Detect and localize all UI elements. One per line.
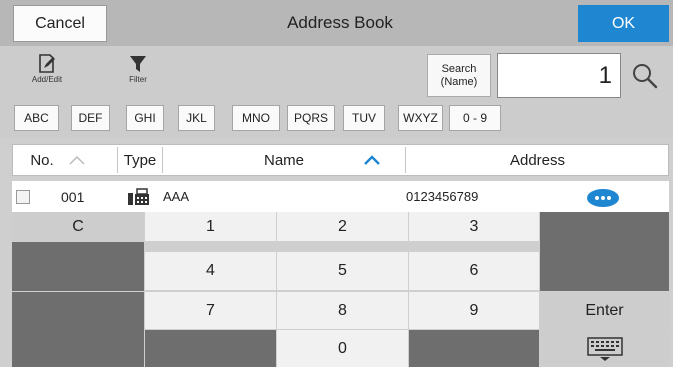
index-tab-ghi[interactable]: GHI (126, 105, 164, 131)
digit-key-4[interactable]: 4 (145, 252, 276, 290)
keyboard-icon (586, 336, 623, 361)
blank-key (540, 212, 669, 291)
index-tab-mno[interactable]: MNO (232, 105, 280, 131)
column-no-header[interactable]: No. (20, 144, 96, 176)
blank-key (409, 330, 539, 367)
index-tab-tuv[interactable]: TUV (343, 105, 385, 131)
add-edit-label: Add/Edit (31, 75, 63, 84)
keyboard-toggle-key[interactable] (540, 330, 669, 367)
filter-button[interactable]: Filter (121, 53, 155, 93)
blank-key (12, 292, 144, 367)
more-icon[interactable] (586, 181, 620, 212)
row-name: AAA (163, 189, 190, 204)
search-input[interactable]: 1 (497, 53, 621, 98)
chevron-up-icon (69, 155, 85, 165)
sort-ascending-icon (364, 155, 380, 165)
page-title: Address Book (287, 13, 393, 32)
index-tab-wxyz[interactable]: WXYZ (398, 105, 443, 131)
column-no-label: No. (30, 151, 54, 169)
row-address: 0123456789 (406, 189, 479, 204)
row-number: 001 (61, 188, 85, 205)
fax-icon (127, 181, 151, 212)
index-tab-def[interactable]: DEF (71, 105, 110, 131)
blank-key (12, 242, 144, 291)
search-by-name-button[interactable]: Search (Name) (427, 54, 491, 97)
index-tab-jkl[interactable]: JKL (178, 105, 215, 131)
digit-key-2[interactable]: 2 (277, 212, 408, 241)
digit-key-6[interactable]: 6 (409, 252, 539, 290)
ok-button[interactable]: OK (578, 5, 669, 42)
column-name-label: Name (263, 151, 304, 169)
cancel-button[interactable]: Cancel (13, 5, 107, 42)
search-label-line1: Search (441, 62, 477, 75)
add-edit-button[interactable]: Add/Edit (26, 53, 68, 93)
magnifier-icon[interactable] (630, 61, 660, 91)
enter-key[interactable]: Enter (540, 292, 669, 329)
funnel-icon (130, 56, 146, 72)
digit-key-8[interactable]: 8 (277, 292, 408, 329)
table-row[interactable] (12, 181, 669, 212)
blank-key (145, 330, 276, 367)
digit-key-5[interactable]: 5 (277, 252, 408, 290)
digit-key-1[interactable]: 1 (145, 212, 276, 241)
index-tab-0-9[interactable]: 0 - 9 (449, 105, 501, 131)
digit-key-0[interactable]: 0 (277, 330, 408, 367)
column-name-header[interactable]: Name (163, 144, 405, 176)
clear-key[interactable]: C (12, 212, 144, 241)
digit-key-7[interactable]: 7 (145, 292, 276, 329)
digit-key-3[interactable]: 3 (409, 212, 539, 241)
column-type-header[interactable]: Type (118, 144, 162, 176)
filter-label: Filter (129, 75, 147, 84)
search-label-line2: (Name) (440, 75, 478, 88)
edit-icon (39, 54, 55, 73)
digit-key-9[interactable]: 9 (409, 292, 539, 329)
column-address-header[interactable]: Address (406, 144, 669, 176)
index-tab-abc[interactable]: ABC (14, 105, 59, 131)
index-tab-pqrs[interactable]: PQRS (287, 105, 335, 131)
row-checkbox[interactable] (16, 181, 30, 212)
